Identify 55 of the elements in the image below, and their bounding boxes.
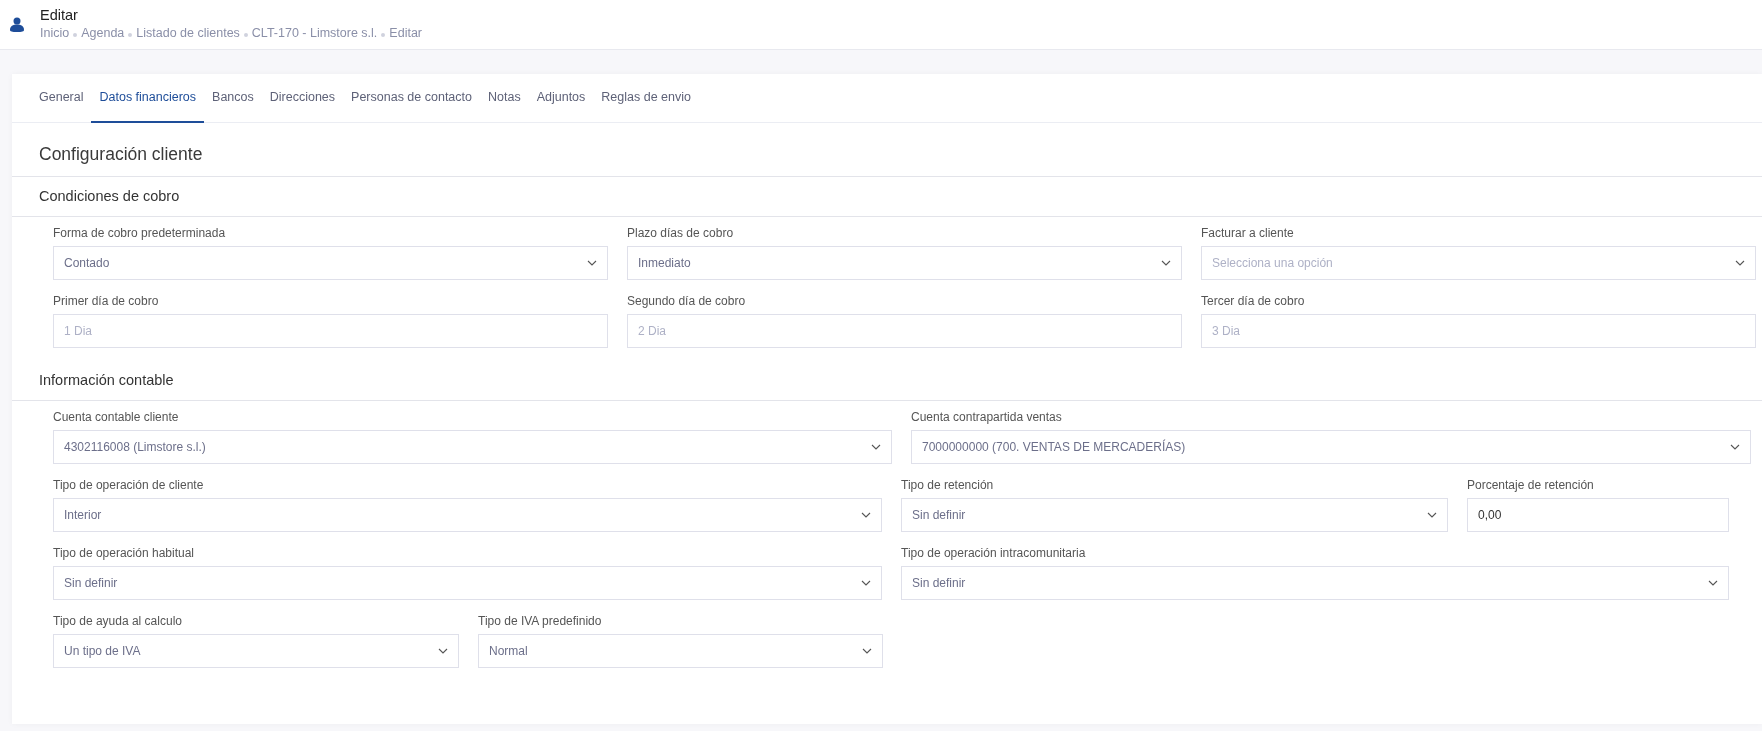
breadcrumb-current: Editar xyxy=(389,26,422,41)
select-field[interactable]: 7000000000 (700. VENTAS DE MERCADERÍAS) xyxy=(911,429,1751,464)
tab[interactable]: Bancos xyxy=(204,74,262,123)
chevron-down-icon xyxy=(1730,443,1740,450)
chevron-down-icon xyxy=(1735,259,1745,266)
select-field[interactable]: Interior xyxy=(53,497,882,532)
chevron-down-icon xyxy=(861,511,871,518)
field-label: Forma de cobro predeterminada xyxy=(53,224,227,241)
field-label: Tipo de retención xyxy=(901,476,995,493)
select-field[interactable]: Sin definir xyxy=(901,497,1448,532)
chevron-down-icon xyxy=(438,647,448,654)
chevron-down-icon xyxy=(587,259,597,266)
chevron-down-icon xyxy=(1427,511,1437,518)
page-title: Editar xyxy=(40,6,79,25)
field-label: Cuenta contable cliente xyxy=(53,408,180,425)
field-label: Tipo de operación habitual xyxy=(53,544,195,561)
user-icon xyxy=(10,17,24,32)
chevron-down-icon xyxy=(1708,579,1718,586)
tab[interactable]: Personas de contacto xyxy=(343,74,480,123)
chevron-down-icon xyxy=(861,579,871,586)
breadcrumb-link[interactable]: Listado de clientes xyxy=(136,26,240,41)
input-field[interactable]: 0,00 xyxy=(1467,497,1729,532)
field-label: Plazo días de cobro xyxy=(627,224,735,241)
select-field[interactable]: 4302116008 (Limstore s.l.) xyxy=(53,429,892,464)
field-label: Cuenta contrapartida ventas xyxy=(911,408,1063,425)
field-label: Porcentaje de retención xyxy=(1467,476,1595,493)
chevron-down-icon xyxy=(871,443,881,450)
field-label: Tipo de IVA predefinido xyxy=(478,612,603,629)
tab[interactable]: Datos financieros xyxy=(91,74,205,123)
field-label: Tercer día de cobro xyxy=(1201,292,1306,309)
field-label: Primer día de cobro xyxy=(53,292,160,309)
tab[interactable]: Adjuntos xyxy=(528,74,594,123)
field-label: Tipo de ayuda al calculo xyxy=(53,612,183,629)
select-field[interactable]: Sin definir xyxy=(901,565,1729,600)
select-field[interactable]: Sin definir xyxy=(53,565,882,600)
select-field[interactable]: Contado xyxy=(53,245,608,280)
tab[interactable]: Direcciones xyxy=(261,74,344,123)
tab[interactable]: General xyxy=(31,74,92,123)
select-field[interactable]: Normal xyxy=(478,633,883,668)
tab[interactable]: Notas xyxy=(480,74,529,123)
chevron-down-icon xyxy=(862,647,872,654)
field-label: Segundo día de cobro xyxy=(627,292,747,309)
breadcrumb-link[interactable]: Inicio xyxy=(40,26,70,41)
select-field[interactable]: Inmediato xyxy=(627,245,1182,280)
select-field[interactable]: Un tipo de IVA xyxy=(53,633,459,668)
breadcrumb-link[interactable]: Agenda xyxy=(81,26,125,41)
field-label: Facturar a cliente xyxy=(1201,224,1295,241)
breadcrumb-link[interactable]: CLT-170 - Limstore s.l. xyxy=(251,26,378,41)
tab[interactable]: Reglas de envio xyxy=(593,74,699,123)
section-subheading: Información contable xyxy=(12,360,1762,401)
field-label: Tipo de operación intracomunitaria xyxy=(901,544,1087,561)
chevron-down-icon xyxy=(1161,259,1171,266)
section-heading: Configuración cliente xyxy=(12,122,1762,177)
field-label: Tipo de operación de cliente xyxy=(53,476,205,493)
section-subheading: Condiciones de cobro xyxy=(12,177,1762,217)
